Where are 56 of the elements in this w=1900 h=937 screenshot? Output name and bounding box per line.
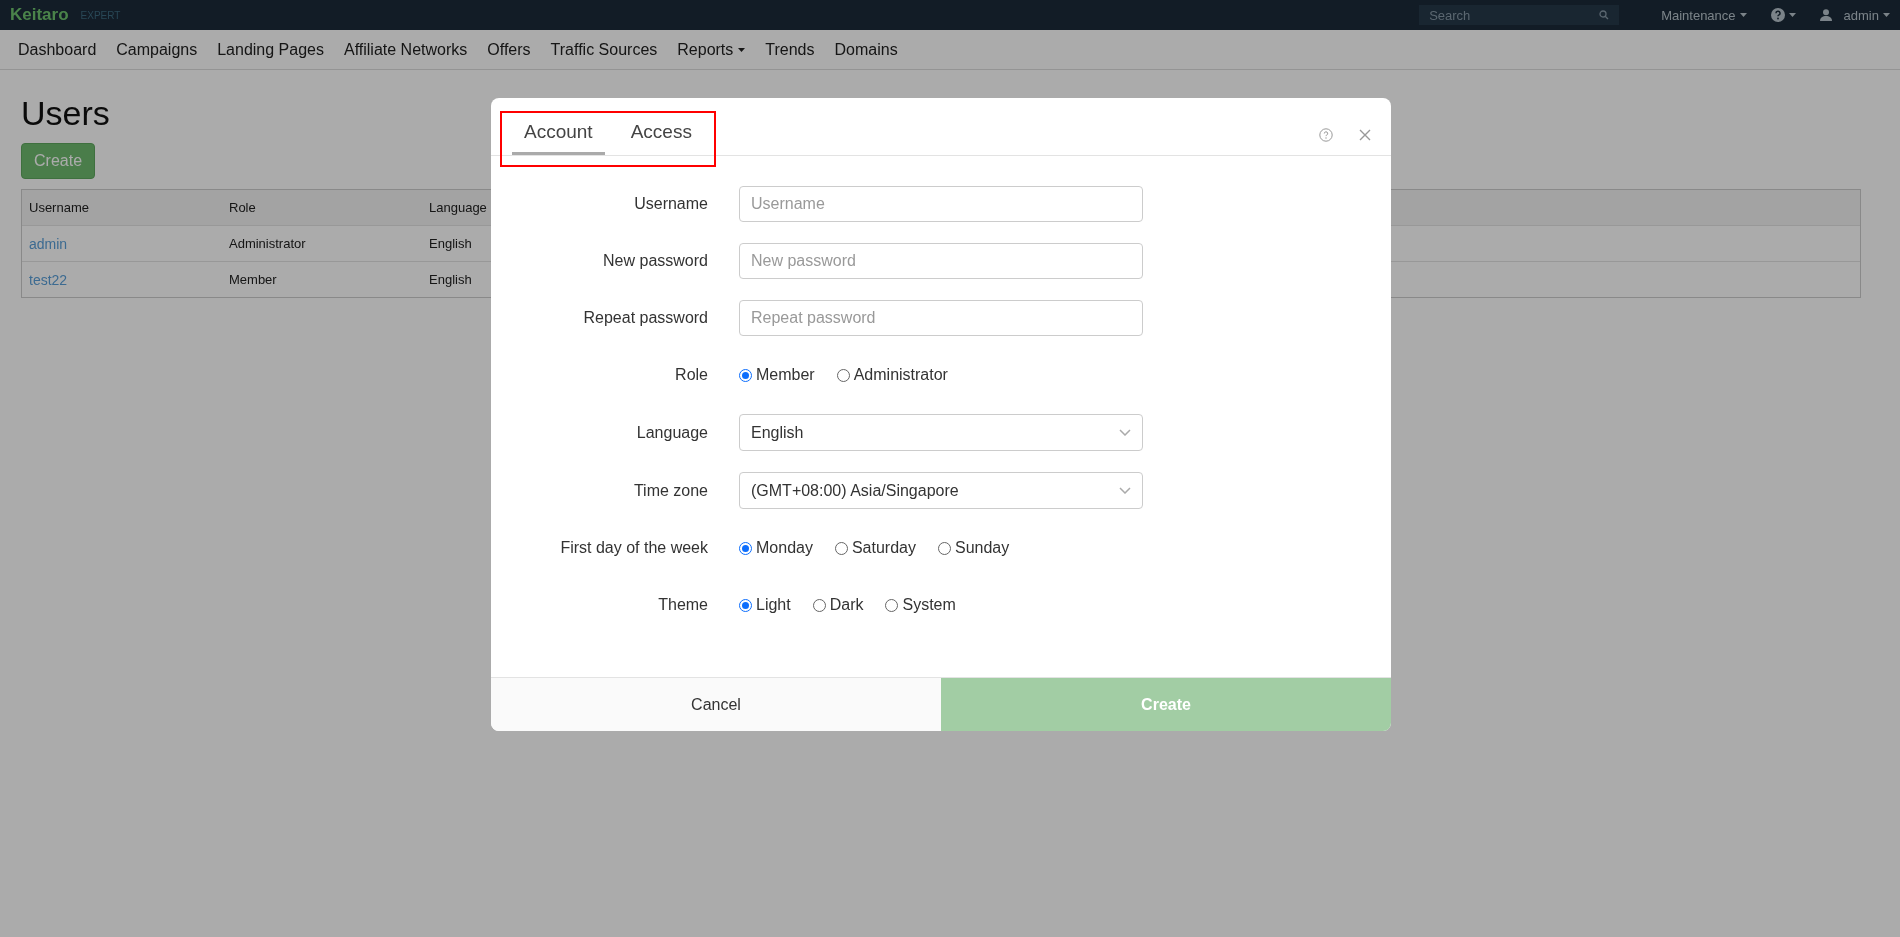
nav-link[interactable]: Reports (667, 40, 756, 59)
radio-option[interactable]: Monday (739, 539, 813, 557)
table-cell-text: Administrator (228, 236, 307, 251)
input-field[interactable]: Repeat password (739, 300, 1143, 336)
select-field[interactable]: (GMT+08:00) Asia/Singapore (739, 472, 1143, 509)
radio-option[interactable]: Light (739, 596, 791, 614)
table-cell-text: English (428, 272, 473, 287)
field-label: New password (602, 252, 708, 270)
search-icon (1599, 10, 1610, 20)
field-label: Repeat password (582, 309, 708, 327)
table-cell-text: Member (228, 272, 278, 287)
nav-link[interactable]: Traffic Sources (540, 40, 668, 59)
field-label: Time zone (632, 481, 708, 500)
chevron-down-icon (1119, 487, 1131, 494)
caret-icon (1739, 13, 1747, 17)
select-field[interactable]: English (739, 414, 1143, 451)
dialog-tab[interactable]: Access (618, 113, 704, 155)
nav-link[interactable]: Landing Pages (207, 40, 334, 59)
cancel-button[interactable]: Cancel (491, 678, 941, 731)
field-label: First day of the week (559, 539, 708, 557)
user-menu[interactable]: admin (1819, 7, 1890, 23)
nav-link[interactable]: Trends (755, 40, 825, 59)
nav-link[interactable]: Dashboard (8, 40, 107, 59)
nav-link[interactable]: Campaigns (106, 40, 208, 59)
help-menu[interactable] (1770, 8, 1796, 22)
search-field[interactable]: Search (1419, 5, 1620, 25)
dialog-tab[interactable]: Account (512, 113, 605, 155)
field-label: Language (635, 423, 708, 442)
table-cell-text: English (428, 236, 473, 251)
field-label: Theme (657, 596, 708, 614)
column-header: Role (228, 200, 257, 215)
input-field[interactable]: Username (739, 186, 1143, 222)
chevron-down-icon (1119, 429, 1131, 436)
input-field[interactable]: New password (739, 243, 1143, 279)
radio-option[interactable]: Administrator (836, 366, 948, 384)
radio-option[interactable]: Saturday (834, 539, 916, 557)
help-icon (1770, 8, 1785, 22)
close-icon[interactable] (1359, 129, 1371, 141)
help-icon[interactable] (1319, 128, 1333, 142)
page-title: Users (21, 94, 110, 133)
user-icon (1819, 9, 1832, 21)
caret-icon (1788, 13, 1796, 17)
field-label: Username (633, 195, 708, 213)
nav-link[interactable]: Offers (477, 40, 541, 59)
nav-link[interactable]: Domains (824, 40, 908, 59)
nav-link[interactable]: Affiliate Networks (334, 40, 478, 59)
caret-icon (1883, 13, 1890, 17)
radio-option[interactable]: Dark (812, 596, 864, 614)
radio-option[interactable]: Member (739, 366, 815, 384)
field-label: Role (674, 366, 708, 384)
column-header: Username (28, 200, 90, 215)
column-header: Language (428, 200, 488, 215)
logo[interactable]: Keitaro (10, 5, 69, 25)
radio-option[interactable]: System (885, 596, 956, 614)
radio-option[interactable]: Sunday (937, 539, 1010, 557)
maintenance-menu[interactable]: Maintenance (1661, 7, 1747, 23)
